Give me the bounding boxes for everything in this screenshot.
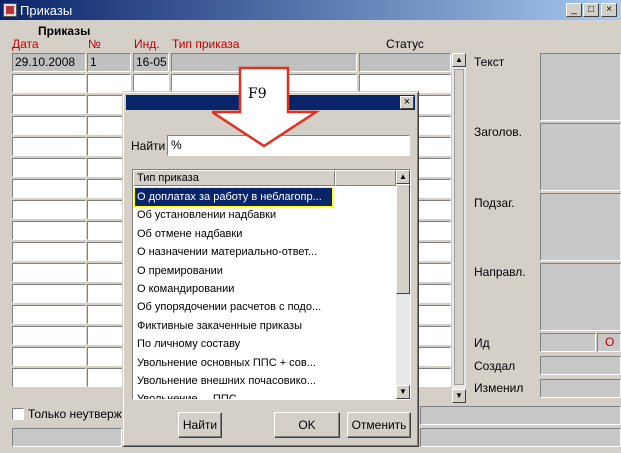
list-item[interactable]: О назначении материально-ответ... (135, 243, 317, 261)
grid-cell[interactable] (12, 95, 86, 114)
header-number: № (88, 37, 101, 51)
changed-field[interactable] (540, 379, 621, 398)
row1-index[interactable]: 16-05 (133, 53, 169, 72)
id-field[interactable] (540, 333, 596, 352)
close-button[interactable]: × (601, 3, 617, 17)
label-changed: Изменил (474, 381, 524, 395)
f9-arrow-icon (212, 66, 321, 148)
row1-date[interactable]: 29.10.2008 (12, 53, 86, 72)
list-item[interactable]: Об отмене надбавки (135, 225, 242, 243)
label-header: Заголов. (474, 125, 522, 139)
unapproved-only-checkbox[interactable] (12, 408, 24, 420)
list-item[interactable]: О премировании (135, 262, 223, 280)
list-item[interactable]: Увольнение ... ППС ... (135, 390, 249, 399)
header-index: Инд. (134, 37, 160, 51)
grid-scroll-down-button[interactable]: ▼ (452, 389, 466, 403)
find-label: Найти (131, 139, 166, 153)
title-bar[interactable]: Приказы _ □ × (0, 0, 621, 20)
label-id: Ид (474, 336, 490, 350)
label-direction: Направл. (474, 265, 526, 279)
header-status: Статус (386, 37, 424, 51)
grid-cell[interactable] (12, 137, 86, 156)
grid-scroll-thumb[interactable] (454, 69, 464, 385)
header-date: Дата (12, 37, 39, 51)
id-extra-field[interactable]: О (597, 333, 621, 352)
bottom-field-right[interactable] (420, 406, 621, 425)
grid-scroll-up-button[interactable]: ▲ (452, 53, 466, 67)
text-field[interactable] (540, 53, 621, 121)
app-icon (3, 3, 17, 17)
list-scroll-down-button[interactable]: ▼ (396, 385, 410, 399)
window-title: Приказы (20, 3, 73, 18)
grid-cell[interactable] (12, 179, 86, 198)
grid-cell[interactable] (12, 242, 86, 261)
header-order-type: Тип приказа (172, 37, 240, 51)
dialog-cancel-button[interactable]: Отменить (347, 412, 411, 438)
list-item[interactable]: О доплатах за работу в неблагопр... (134, 187, 333, 207)
header-field[interactable] (540, 123, 621, 191)
list-item[interactable]: Увольнение основных ППС + сов... (135, 354, 316, 372)
dialog-ok-button[interactable]: OK (274, 412, 340, 438)
list-item[interactable]: О командировании (135, 280, 234, 298)
list-scroll-up-button[interactable]: ▲ (396, 170, 410, 184)
grid-cell[interactable] (12, 158, 86, 177)
grid-cell[interactable] (12, 200, 86, 219)
dialog-find-button[interactable]: Найти (178, 412, 222, 438)
grid-cell[interactable] (12, 263, 86, 282)
grid-cell[interactable] (12, 74, 86, 93)
label-created: Создал (474, 359, 516, 373)
grid-cell[interactable] (12, 368, 86, 387)
maximize-button[interactable]: □ (583, 3, 599, 17)
created-field[interactable] (540, 356, 621, 375)
grid-cell[interactable] (12, 221, 86, 240)
list-item[interactable]: Об установлении надбавки (135, 206, 276, 224)
list-item[interactable]: Об упорядочении расчетов с подо... (135, 298, 321, 316)
bottom-field-left[interactable] (12, 428, 122, 447)
grid-cell[interactable] (12, 326, 86, 345)
list-item[interactable]: По личному составу (135, 335, 240, 353)
direction-field[interactable] (540, 263, 621, 331)
list-item[interactable]: Увольнение внешних почасовико... (135, 372, 316, 390)
label-text: Текст (474, 55, 505, 69)
grid-cell[interactable] (12, 347, 86, 366)
f9-key-label: F9 (248, 86, 267, 102)
label-subheader: Подзаг. (474, 196, 515, 210)
row1-status[interactable] (359, 53, 451, 72)
list-header-extra[interactable] (335, 170, 396, 186)
bottom-field-right-2[interactable] (420, 428, 621, 447)
grid-cell[interactable] (12, 284, 86, 303)
list-scroll-thumb[interactable] (396, 184, 410, 294)
list-item[interactable]: Фиктивные закаченные приказы (135, 317, 302, 335)
list-header-order-type[interactable]: Тип приказа (133, 170, 335, 186)
unapproved-only-label: Только неутверж (28, 407, 122, 421)
row1-number[interactable]: 1 (87, 53, 131, 72)
grid-cell[interactable] (12, 305, 86, 324)
subheader-field[interactable] (540, 193, 621, 261)
minimize-button[interactable]: _ (566, 3, 582, 17)
grid-cell[interactable] (12, 116, 86, 135)
section-title: Приказы (38, 24, 91, 38)
order-type-list[interactable]: Тип приказа О доплатах за работу в небла… (132, 169, 411, 400)
dialog-close-button[interactable]: × (400, 96, 414, 109)
